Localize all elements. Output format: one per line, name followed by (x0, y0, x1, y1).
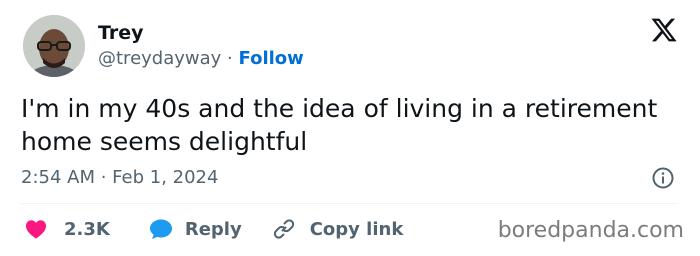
watermark: boredpanda.com (497, 218, 684, 243)
author-name[interactable]: Trey (98, 22, 144, 44)
x-logo-icon[interactable] (650, 16, 678, 44)
author-handle-row: @treydayway · Follow (98, 48, 304, 69)
reply-button[interactable]: Reply (149, 218, 242, 240)
action-bar: 2.3K Reply Copy link (25, 216, 403, 242)
reply-label: Reply (184, 218, 242, 240)
speech-bubble-icon (149, 219, 172, 239)
tweet-timestamp[interactable]: 2:54 AM · Feb 1, 2024 (21, 167, 218, 188)
link-icon (273, 219, 294, 239)
divider (21, 203, 677, 204)
avatar[interactable] (23, 15, 85, 77)
copy-link-button[interactable]: Copy link (272, 217, 404, 241)
handle-separator: · (227, 48, 233, 69)
author-handle[interactable]: @treydayway (98, 48, 221, 69)
info-icon[interactable] (651, 166, 675, 190)
avatar-image (23, 15, 85, 77)
tweet-text: I'm in my 40s and the idea of living in … (21, 94, 658, 156)
like-count: 2.3K (64, 218, 110, 240)
like-button[interactable]: 2.3K (25, 219, 110, 240)
follow-button[interactable]: Follow (239, 48, 304, 69)
copy-link-label: Copy link (309, 218, 404, 240)
heart-icon (26, 220, 46, 239)
